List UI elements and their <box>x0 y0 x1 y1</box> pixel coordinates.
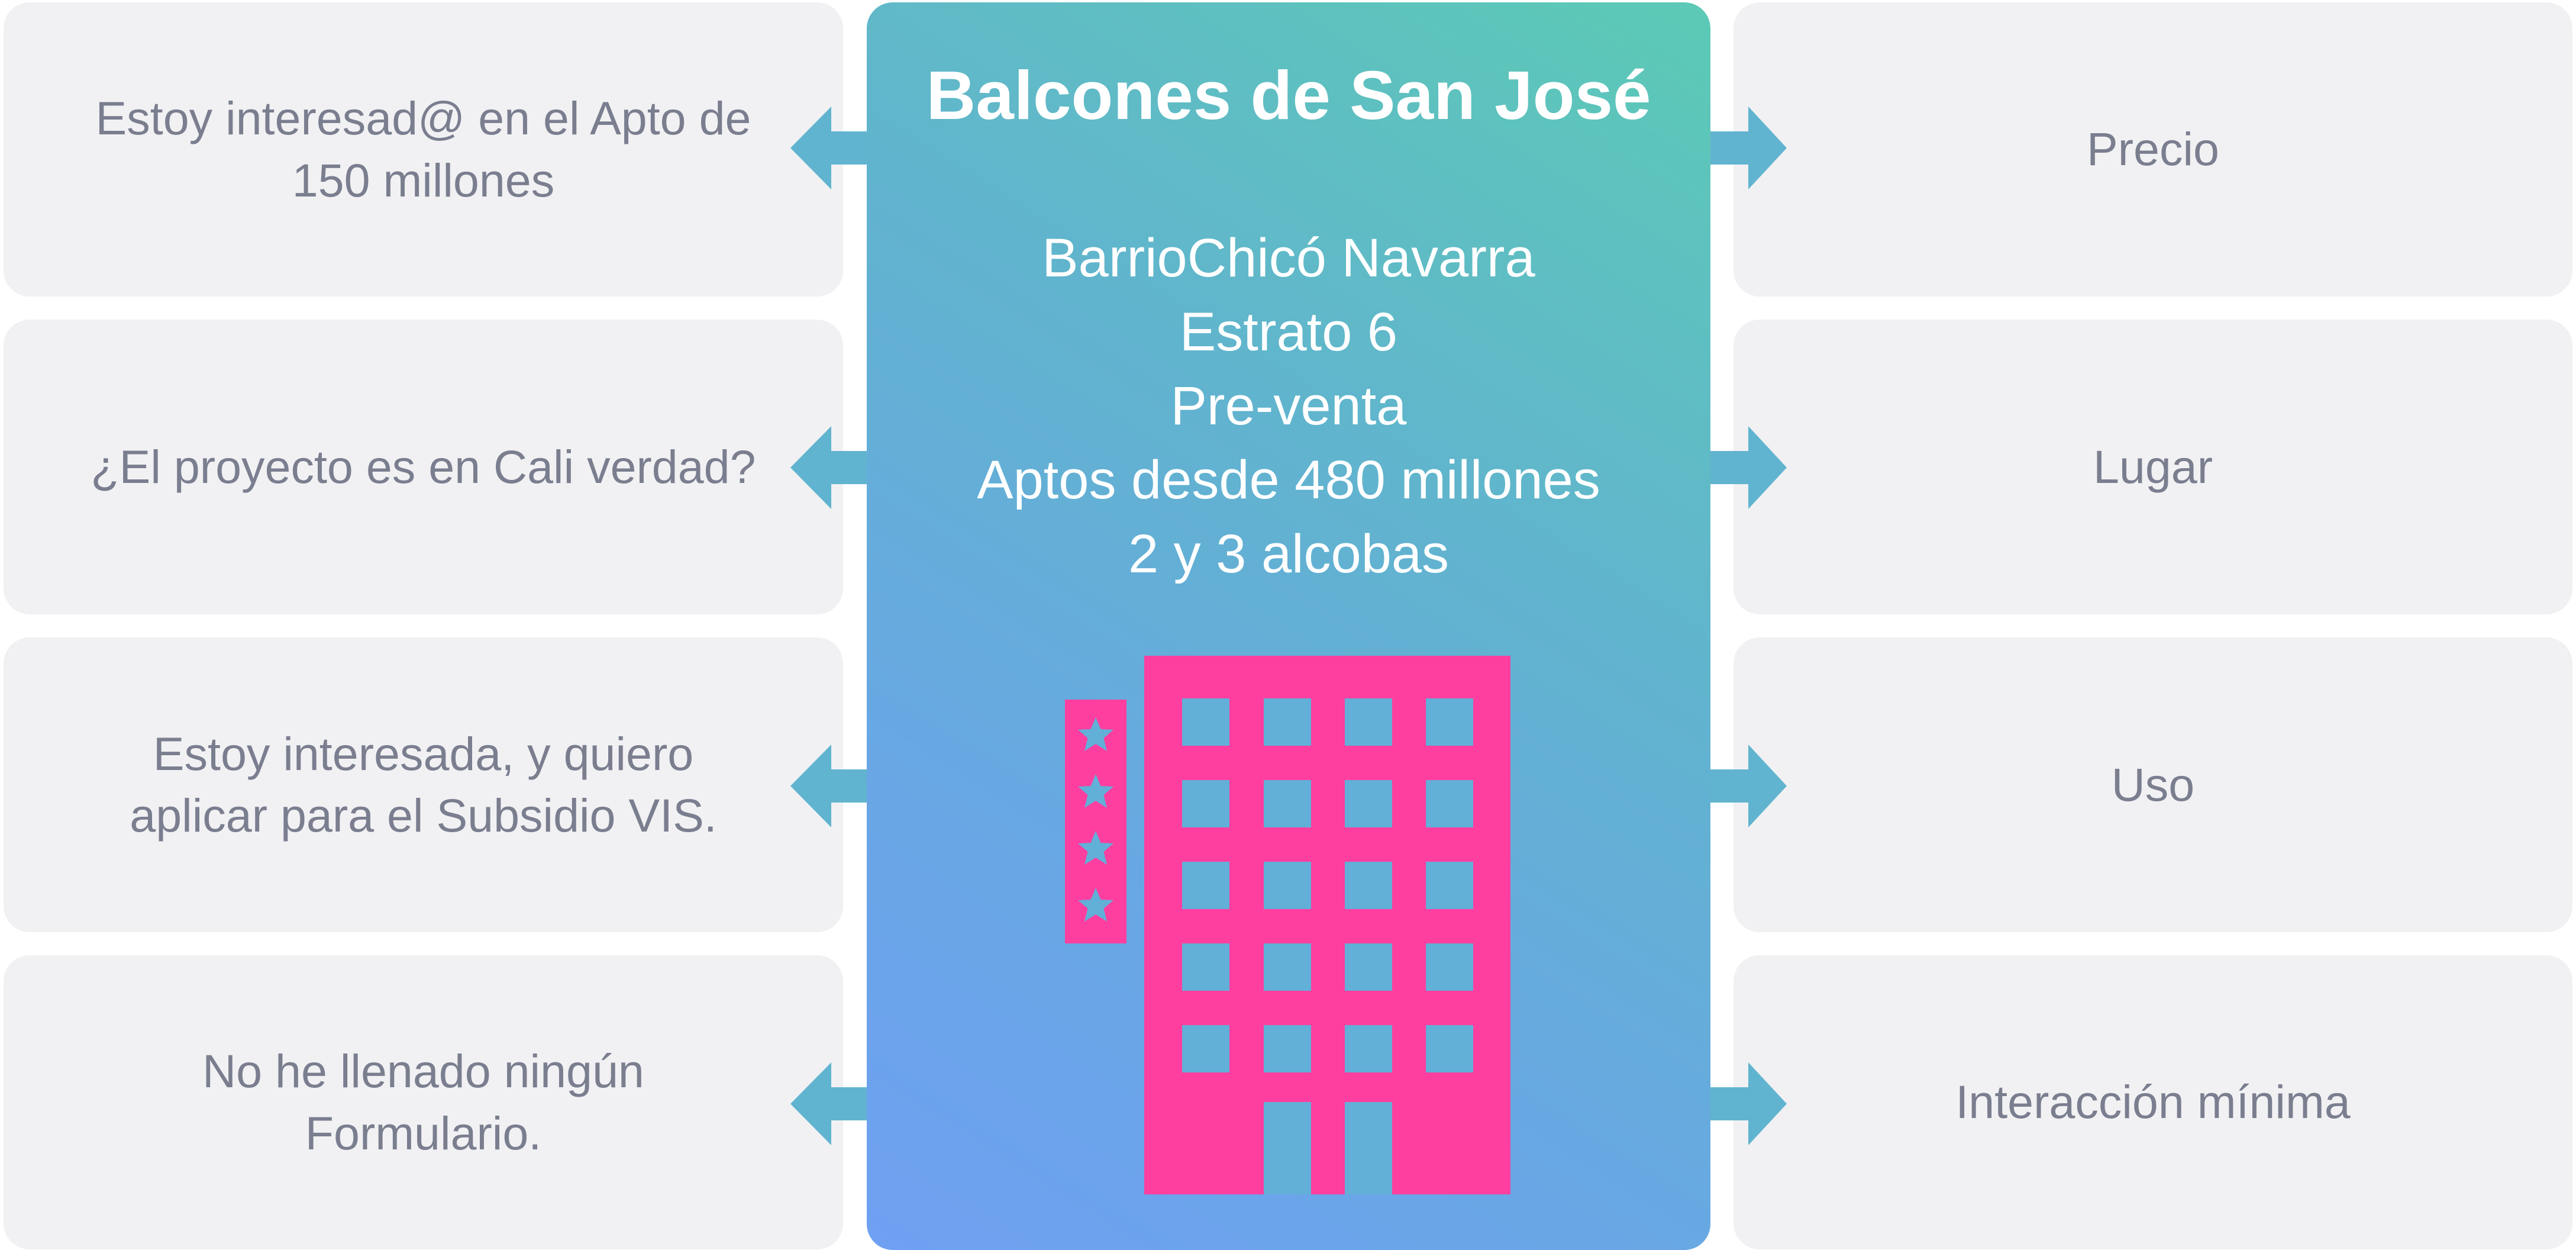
hotel-building-icon <box>1065 656 1510 1194</box>
